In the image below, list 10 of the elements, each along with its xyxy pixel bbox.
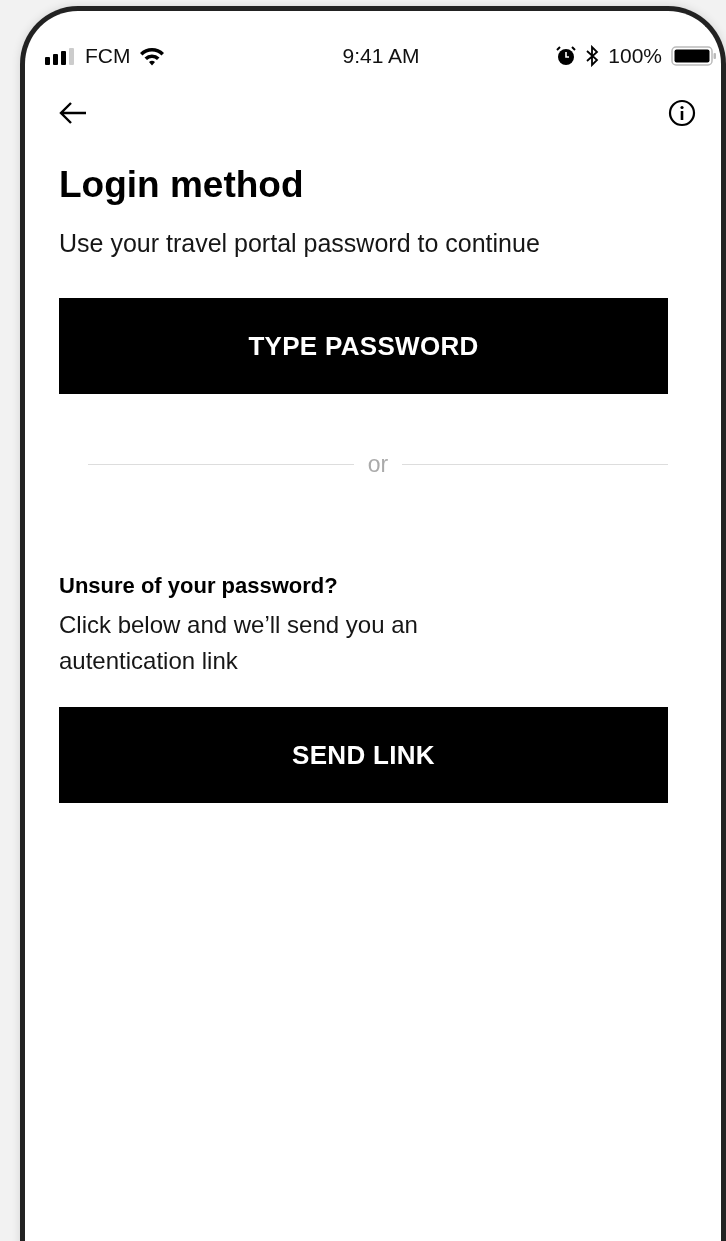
status-time: 9:41 AM <box>342 44 420 68</box>
carrier-name: FCM <box>85 44 131 68</box>
battery-percent: 100% <box>608 44 662 68</box>
send-link-button[interactable]: SEND LINK <box>59 707 668 803</box>
help-text: Click below and we’ll send you an autentication link <box>59 610 419 676</box>
help-heading: Unsure of your password? <box>59 572 339 600</box>
page-title: Login method <box>59 163 305 207</box>
divider-label: or <box>367 451 389 478</box>
page-subtitle: Use your travel portal password to continue <box>59 228 541 259</box>
type-password-button[interactable]: TYPE PASSWORD <box>59 298 668 394</box>
